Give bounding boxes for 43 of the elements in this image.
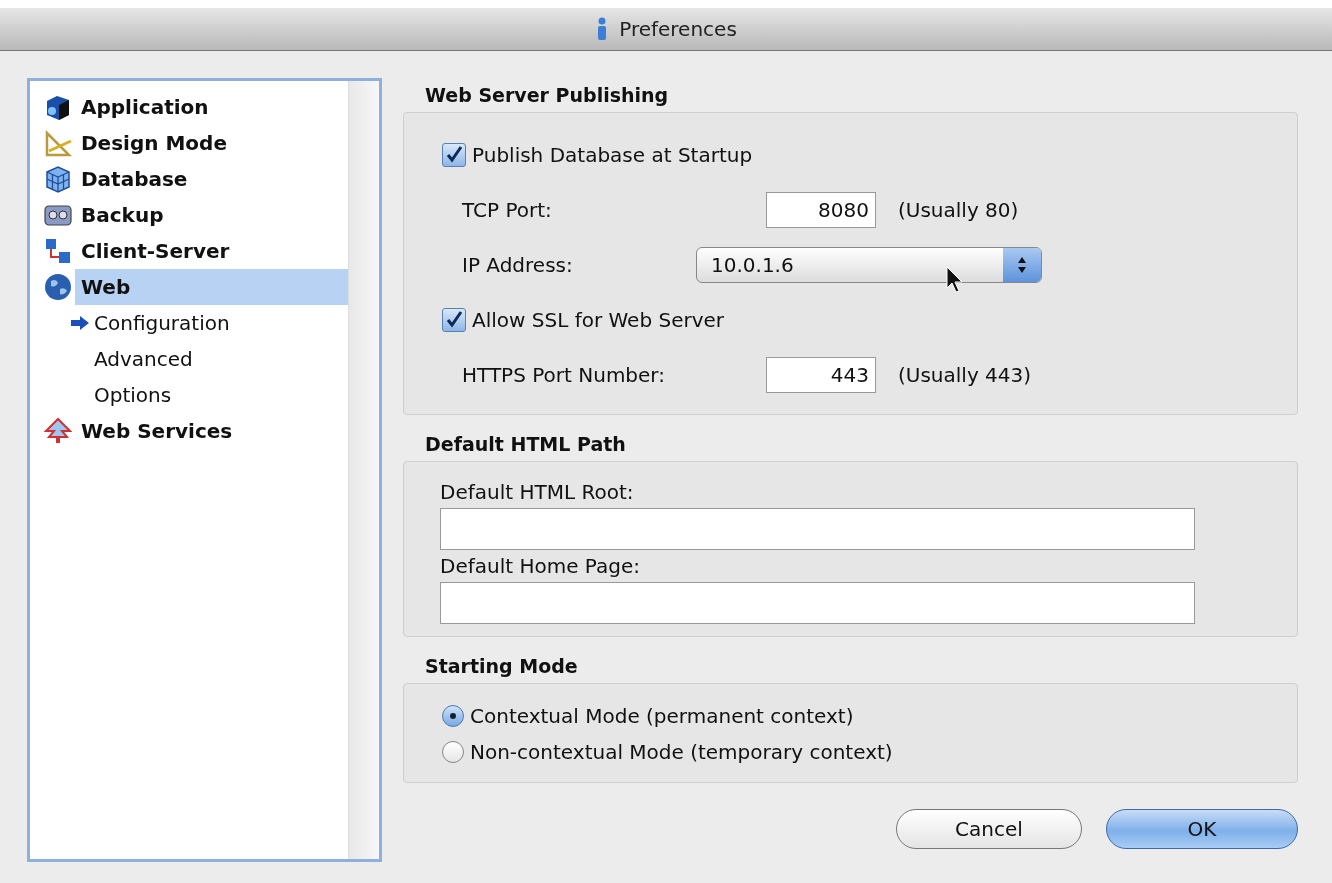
input-field[interactable]: 8080 — [766, 191, 876, 228]
section-title: Default HTML Path — [424, 432, 627, 457]
sidebar-subitem[interactable]: Options — [94, 383, 172, 407]
cursor-icon — [946, 265, 964, 294]
drafting-triangle-icon — [43, 129, 73, 157]
radio-button[interactable] — [442, 705, 464, 727]
sidebar-item[interactable]: Web Services — [75, 413, 348, 449]
sidebar-item[interactable]: Backup — [75, 197, 348, 233]
sidebar-subitem[interactable]: Configuration — [94, 311, 230, 335]
checkbox[interactable] — [442, 142, 466, 167]
hint-text: (Usually 443) — [898, 362, 1032, 387]
field-label: IP Address: — [462, 252, 574, 277]
checkbox[interactable] — [442, 307, 466, 332]
field-label: Default Home Page: — [440, 554, 640, 578]
input-field[interactable] — [440, 582, 1195, 624]
radio-label: Contextual Mode (permanent context) — [470, 704, 854, 728]
section-title: Starting Mode — [424, 654, 579, 679]
tree-icon — [43, 417, 73, 445]
radio-button[interactable] — [442, 741, 464, 763]
sidebar-item[interactable]: Database — [75, 161, 348, 197]
field-label: Default HTML Root: — [440, 480, 634, 504]
input-field[interactable] — [440, 508, 1195, 550]
grid-cube-icon — [43, 165, 73, 193]
field-label: HTTPS Port Number: — [462, 362, 666, 387]
stepper-icon — [1017, 255, 1027, 274]
sidebar-item[interactable]: Client-Server — [75, 233, 348, 269]
radio-label: Non-contextual Mode (temporary context) — [470, 740, 893, 764]
network-cubes-icon — [43, 237, 73, 265]
cancel-button[interactable]: Cancel — [896, 809, 1082, 849]
ok-button[interactable]: OK — [1106, 809, 1298, 849]
input-field[interactable]: 443 — [766, 356, 876, 393]
sidebar-subitem[interactable]: Advanced — [94, 347, 193, 371]
checkbox-label: Publish Database at Startup — [472, 142, 753, 167]
checkbox-label: Allow SSL for Web Server — [472, 307, 725, 332]
sidebar-item[interactable]: Design Mode — [75, 125, 348, 161]
hint-text: (Usually 80) — [898, 197, 1019, 222]
globe-icon — [43, 272, 73, 302]
field-label: TCP Port: — [462, 197, 553, 222]
section-title: Web Server Publishing — [424, 83, 670, 108]
window-title: Preferences — [619, 17, 737, 41]
ip-dropdown[interactable]: 10.0.1.6 — [696, 246, 1042, 283]
sidebar-item[interactable]: Application — [75, 89, 348, 125]
sidebar-item[interactable]: Web — [75, 269, 348, 305]
